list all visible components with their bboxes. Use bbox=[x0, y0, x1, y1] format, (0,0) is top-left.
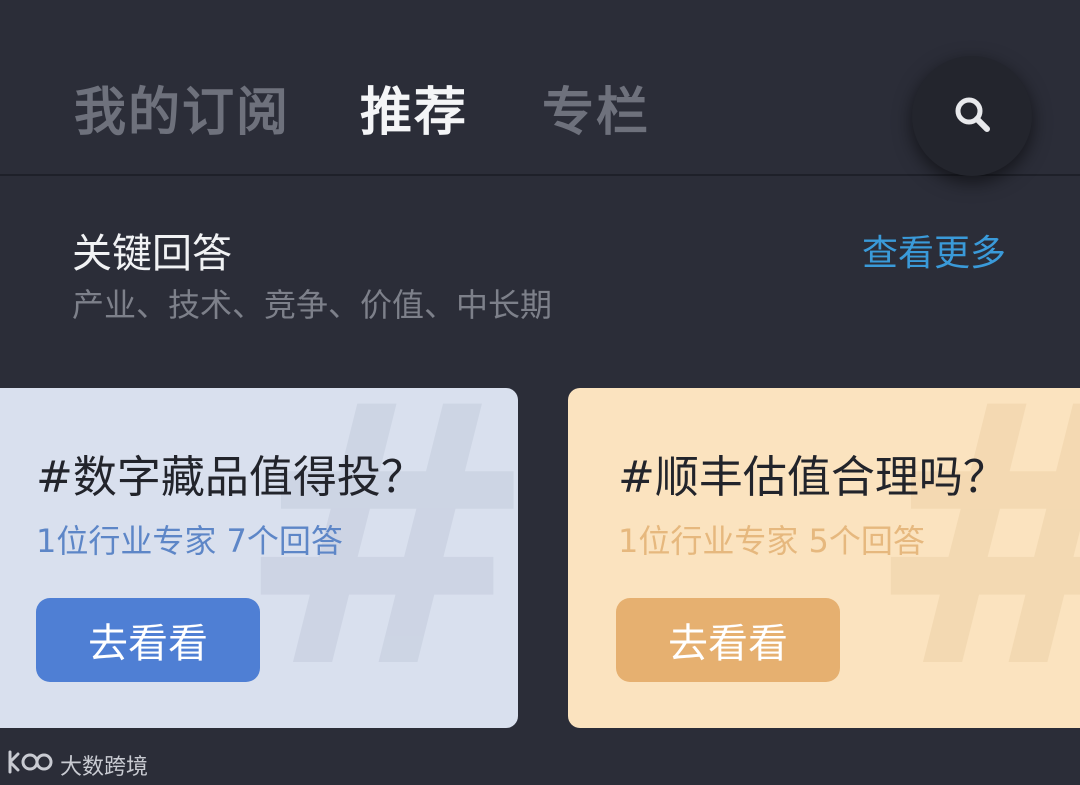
tab-my-subscriptions[interactable]: 我的订阅 bbox=[74, 78, 290, 148]
card-meta: 1位行业专家 5个回答 bbox=[618, 522, 925, 560]
topic-card[interactable]: # #数字藏品值得投？ 1位行业专家 7个回答 去看看 bbox=[0, 388, 518, 728]
card-meta: 1位行业专家 7个回答 bbox=[36, 522, 343, 560]
topic-card[interactable]: # #顺丰估值合理吗？ 1位行业专家 5个回答 去看看 bbox=[568, 388, 1080, 728]
top-tab-bar: 我的订阅 推荐 专栏 bbox=[0, 0, 1080, 176]
see-more-link[interactable]: 查看更多 bbox=[862, 228, 1006, 280]
section-title: 关键回答 bbox=[72, 231, 232, 277]
tab-recommended[interactable]: 推荐 bbox=[360, 78, 468, 148]
go-see-button[interactable]: 去看看 bbox=[36, 598, 260, 682]
search-button[interactable] bbox=[912, 56, 1032, 176]
card-title: #顺丰估值合理吗？ bbox=[618, 452, 1007, 503]
card-title: #数字藏品值得投？ bbox=[36, 452, 425, 503]
section-subtitle: 产业、技术、竞争、价值、中长期 bbox=[72, 286, 553, 324]
go-see-button[interactable]: 去看看 bbox=[616, 598, 840, 682]
search-icon bbox=[952, 94, 992, 138]
watermark: 大数跨境 bbox=[6, 746, 148, 784]
tab-columns[interactable]: 专栏 bbox=[542, 78, 650, 148]
app-screen: 我的订阅 推荐 专栏 关键回答 产业、技术、竞争、价值、中长期 查看更多 # #… bbox=[0, 0, 1080, 785]
brand-logo-icon bbox=[6, 746, 54, 784]
watermark-text: 大数跨境 bbox=[60, 755, 149, 780]
